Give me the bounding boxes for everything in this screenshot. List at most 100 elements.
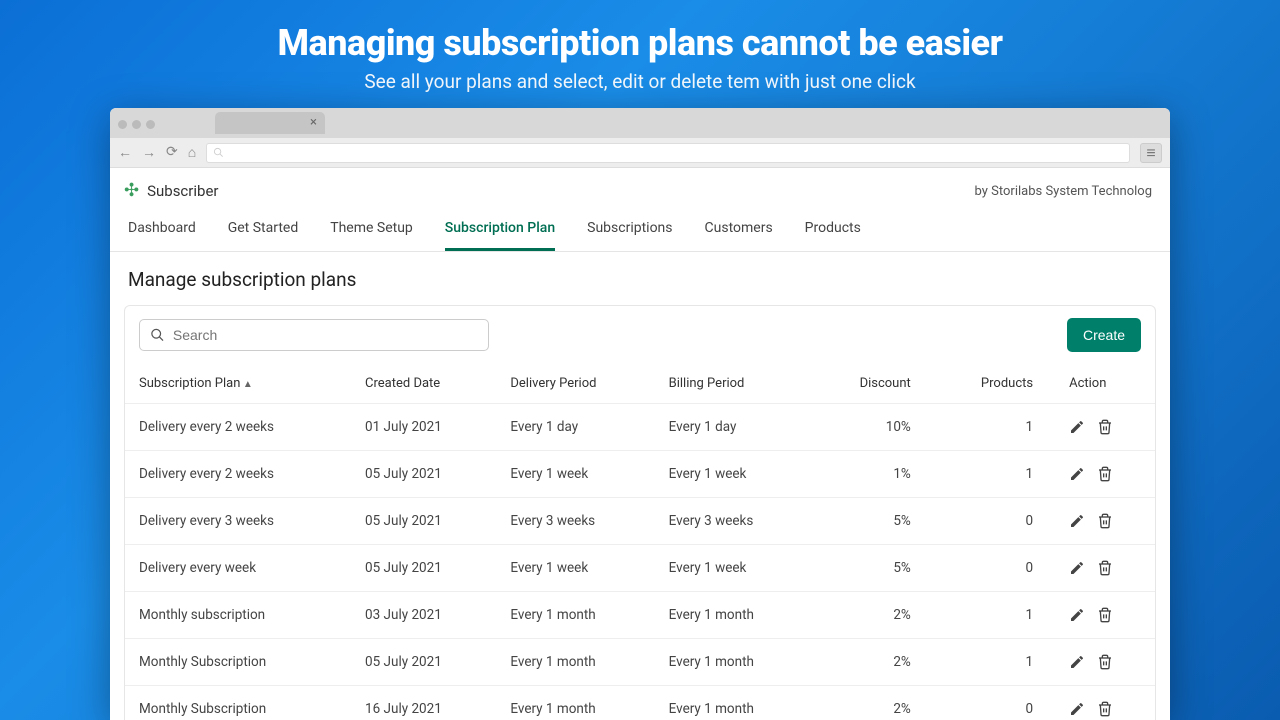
cell-plan: Monthly Subscription — [125, 639, 351, 686]
cell-delivery: Every 1 day — [496, 404, 654, 451]
cell-products: 1 — [933, 592, 1055, 639]
tab-customers[interactable]: Customers — [705, 210, 773, 251]
col-discount[interactable]: Discount — [812, 362, 933, 404]
hero-subtitle: See all your plans and select, edit or d… — [0, 70, 1280, 93]
cell-products: 0 — [933, 498, 1055, 545]
address-input[interactable] — [206, 143, 1130, 163]
cell-plan: Delivery every 2 weeks — [125, 404, 351, 451]
cell-plan: Delivery every 2 weeks — [125, 451, 351, 498]
col-products[interactable]: Products — [933, 362, 1055, 404]
delete-icon[interactable] — [1097, 513, 1113, 529]
cell-action — [1055, 639, 1155, 686]
browser-window: × ← → ⟳ ⌂ ≡ ✣ Subscriber by Storilabs Sy… — [110, 108, 1170, 720]
edit-icon[interactable] — [1069, 466, 1085, 482]
browser-tab[interactable]: × — [215, 112, 325, 134]
page-title: Manage subscription plans — [110, 252, 1170, 305]
cell-billing: Every 1 week — [655, 545, 812, 592]
nav-home-icon[interactable]: ⌂ — [188, 144, 196, 161]
create-button[interactable]: Create — [1067, 318, 1141, 352]
table-toolbar: Create — [125, 306, 1155, 362]
app-brand[interactable]: ✣ Subscriber — [124, 182, 218, 200]
col-created[interactable]: Created Date — [351, 362, 496, 404]
nav-forward-icon[interactable]: → — [142, 144, 156, 161]
browser-address-bar: ← → ⟳ ⌂ ≡ — [110, 138, 1170, 168]
col-delivery[interactable]: Delivery Period — [496, 362, 654, 404]
table-row: Delivery every 2 weeks05 July 2021Every … — [125, 451, 1155, 498]
nav-reload-icon[interactable]: ⟳ — [166, 144, 178, 161]
search-input-wrap[interactable] — [139, 319, 489, 351]
cell-discount: 2% — [812, 592, 933, 639]
cell-discount: 5% — [812, 545, 933, 592]
cell-action — [1055, 592, 1155, 639]
close-icon[interactable]: × — [310, 115, 317, 130]
table-row: Delivery every week05 July 2021 Every 1 w… — [125, 545, 1155, 592]
window-controls[interactable] — [118, 114, 160, 133]
edit-icon[interactable] — [1069, 419, 1085, 435]
col-action: Action — [1055, 362, 1155, 404]
cell-created: 05 July 2021 — [351, 545, 496, 592]
delete-icon[interactable] — [1097, 419, 1113, 435]
search-input[interactable] — [173, 327, 478, 343]
edit-icon[interactable] — [1069, 560, 1085, 576]
cell-products: 1 — [933, 639, 1055, 686]
table-row: Monthly Subscription16 July 2021Every 1 … — [125, 686, 1155, 720]
delete-icon[interactable] — [1097, 701, 1113, 717]
cell-billing: Every 1 month — [655, 639, 812, 686]
plans-card: Create Subscription Plan Created Date De… — [124, 305, 1156, 720]
cell-discount: 2% — [812, 639, 933, 686]
delete-icon[interactable] — [1097, 654, 1113, 670]
cell-created: 01 July 2021 — [351, 404, 496, 451]
browser-tabbar: × — [110, 108, 1170, 138]
tab-dashboard[interactable]: Dashboard — [128, 210, 196, 251]
cell-plan: Monthly Subscription — [125, 686, 351, 720]
cell-plan: Delivery every 3 weeks — [125, 498, 351, 545]
delete-icon[interactable] — [1097, 560, 1113, 576]
nav-tabs: Dashboard Get Started Theme Setup Subscript… — [110, 210, 1170, 252]
app-header: ✣ Subscriber by Storilabs System Technol… — [110, 168, 1170, 210]
col-plan[interactable]: Subscription Plan — [125, 362, 351, 404]
cell-created: 05 July 2021 — [351, 451, 496, 498]
edit-icon[interactable] — [1069, 513, 1085, 529]
tab-theme-setup[interactable]: Theme Setup — [330, 210, 413, 251]
cell-products: 0 — [933, 686, 1055, 720]
cell-created: 05 July 2021 — [351, 498, 496, 545]
cell-billing: Every 1 day — [655, 404, 812, 451]
cell-action — [1055, 686, 1155, 720]
tab-subscription-plan[interactable]: Subscription Plan — [445, 210, 555, 251]
cell-delivery: Every 1 month — [496, 639, 654, 686]
edit-icon[interactable] — [1069, 701, 1085, 717]
table-row: Delivery every 2 weeks01 July 2021Every … — [125, 404, 1155, 451]
browser-menu-icon[interactable]: ≡ — [1140, 143, 1162, 163]
delete-icon[interactable] — [1097, 466, 1113, 482]
hero-title: Managing subscription plans cannot be ea… — [0, 22, 1280, 64]
cell-action — [1055, 545, 1155, 592]
tab-products[interactable]: Products — [805, 210, 861, 251]
cell-delivery: Every 3 weeks — [496, 498, 654, 545]
logo-icon: ✣ — [124, 182, 139, 200]
delete-icon[interactable] — [1097, 607, 1113, 623]
tab-get-started[interactable]: Get Started — [228, 210, 299, 251]
cell-products: 0 — [933, 545, 1055, 592]
plans-table: Subscription Plan Created Date Delivery … — [125, 362, 1155, 720]
cell-delivery: Every 1 month — [496, 686, 654, 720]
search-icon — [150, 327, 165, 343]
cell-products: 1 — [933, 404, 1055, 451]
tab-subscriptions[interactable]: Subscriptions — [587, 210, 672, 251]
cell-action — [1055, 451, 1155, 498]
cell-products: 1 — [933, 451, 1055, 498]
table-row: Monthly subscription03 July 2021Every 1 … — [125, 592, 1155, 639]
cell-billing: Every 1 week — [655, 451, 812, 498]
cell-billing: Every 1 month — [655, 686, 812, 720]
hero: Managing subscription plans cannot be ea… — [0, 0, 1280, 103]
app-byline: by Storilabs System Technolog — [975, 184, 1152, 199]
cell-action — [1055, 498, 1155, 545]
table-header-row: Subscription Plan Created Date Delivery … — [125, 362, 1155, 404]
cell-delivery: Every 1 week — [496, 451, 654, 498]
nav-back-icon[interactable]: ← — [118, 144, 132, 161]
cell-discount: 1% — [812, 451, 933, 498]
cell-plan: Monthly subscription — [125, 592, 351, 639]
col-billing[interactable]: Billing Period — [655, 362, 812, 404]
edit-icon[interactable] — [1069, 607, 1085, 623]
edit-icon[interactable] — [1069, 654, 1085, 670]
cell-plan: Delivery every week — [125, 545, 351, 592]
